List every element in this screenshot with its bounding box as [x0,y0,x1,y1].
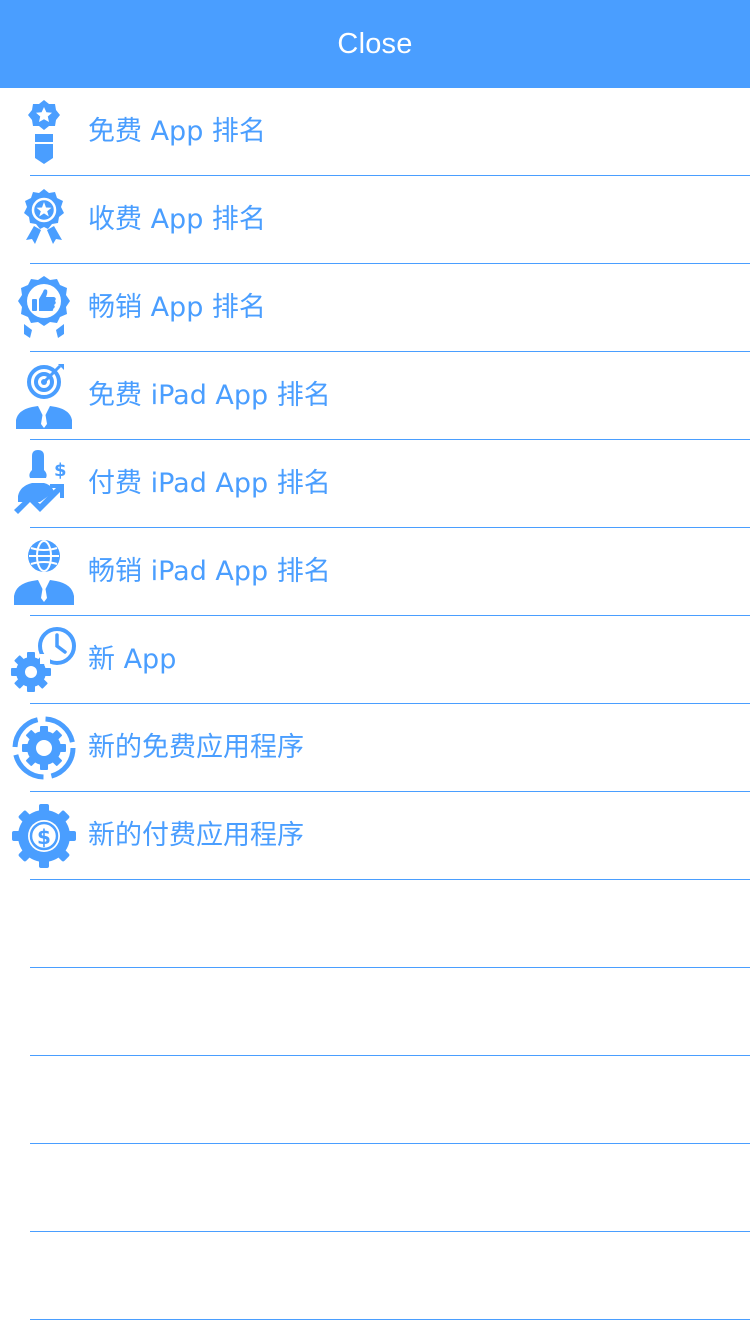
menu-item-paid-ipad-app-ranking[interactable]: $ 付费 iPad App 排名 [0,440,750,528]
menu-item-new-paid-apps[interactable]: $ 新的付费应用程序 [0,792,750,880]
menu-item-label: 新的免费应用程序 [88,732,304,763]
star-rosette-icon [10,186,78,254]
menu-item-label: 畅销 App 排名 [88,292,266,323]
empty-row [0,880,750,968]
target-businessman-icon [10,362,78,430]
menu-item-label: 收费 App 排名 [88,204,266,235]
businesswoman-dollar-growth-icon: $ [10,450,78,518]
close-button[interactable]: Close [0,0,750,88]
menu-item-free-app-ranking[interactable]: 免费 App 排名 [0,88,750,176]
empty-row [0,968,750,1056]
gear-ring-icon [10,714,78,782]
header-title: Close [337,27,413,60]
menu-item-free-ipad-app-ranking[interactable]: 免费 iPad App 排名 [0,352,750,440]
menu-item-new-app[interactable]: 新 App [0,616,750,704]
ranking-menu-list: 免费 App 排名 收费 App 排名 畅销 App 排名 免费 iPad Ap… [0,88,750,1320]
menu-item-label: 新 App [88,644,177,675]
menu-item-top-grossing-app-ranking[interactable]: 畅销 App 排名 [0,264,750,352]
empty-row [0,1232,750,1320]
menu-item-label: 新的付费应用程序 [88,820,304,851]
svg-text:$: $ [54,460,67,481]
empty-row [0,1056,750,1144]
menu-item-top-grossing-ipad-app-ranking[interactable]: 畅销 iPad App 排名 [0,528,750,616]
menu-item-paid-app-ranking[interactable]: 收费 App 排名 [0,176,750,264]
empty-row [0,1144,750,1232]
menu-item-label: 畅销 iPad App 排名 [88,556,331,587]
globe-businessman-icon [10,538,78,606]
svg-text:$: $ [37,825,51,849]
menu-item-label: 免费 iPad App 排名 [88,380,331,411]
menu-item-new-free-apps[interactable]: 新的免费应用程序 [0,704,750,792]
menu-item-label: 付费 iPad App 排名 [88,468,331,499]
gear-dollar-icon: $ [10,802,78,870]
separator [30,1319,750,1320]
menu-item-label: 免费 App 排名 [88,116,266,147]
award-ribbon-icon [10,98,78,166]
thumbs-up-badge-icon [10,274,78,342]
gear-clock-icon [10,626,78,694]
